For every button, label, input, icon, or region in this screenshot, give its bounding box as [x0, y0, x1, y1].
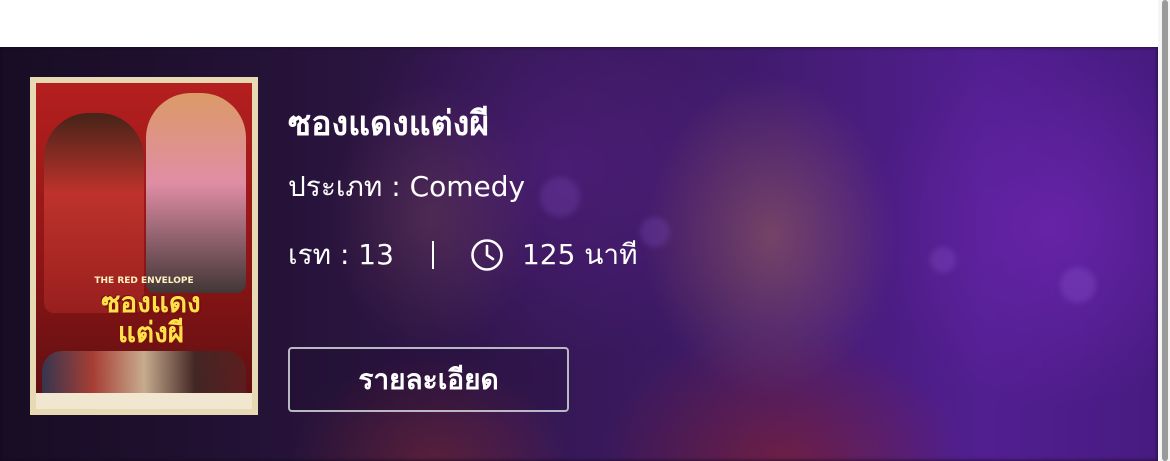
meta-divider [431, 241, 434, 269]
movie-banner: THE RED ENVELOPE ซองแดง แต่งผี ซองแดงแต่… [0, 47, 1158, 461]
clock-icon [471, 239, 503, 271]
poster-subtitle: THE RED ENVELOPE [94, 276, 194, 286]
movie-duration: 125 นาที [521, 238, 638, 271]
movie-meta: เรท : 13 125 นาที [288, 235, 638, 275]
page-scrollbar[interactable] [1158, 0, 1170, 461]
movie-rating: เรท : 13 [288, 238, 394, 271]
poster-title-line: แต่งผี [117, 316, 185, 349]
movie-poster[interactable]: THE RED ENVELOPE ซองแดง แต่งผี [30, 77, 258, 415]
poster-cast [42, 351, 246, 396]
movie-genre: ประเภท : Comedy [288, 170, 526, 203]
details-button[interactable]: รายละเอียด [288, 347, 569, 412]
poster-footer [36, 393, 252, 409]
poster-title: ซองแดง แต่งผี [56, 288, 246, 348]
page-scrollbar-thumb[interactable] [1162, 0, 1168, 461]
poster-title-line: ซองแดง [101, 286, 201, 319]
movie-title: ซองแดงแต่งผี [288, 104, 490, 144]
poster-figure [146, 93, 246, 293]
